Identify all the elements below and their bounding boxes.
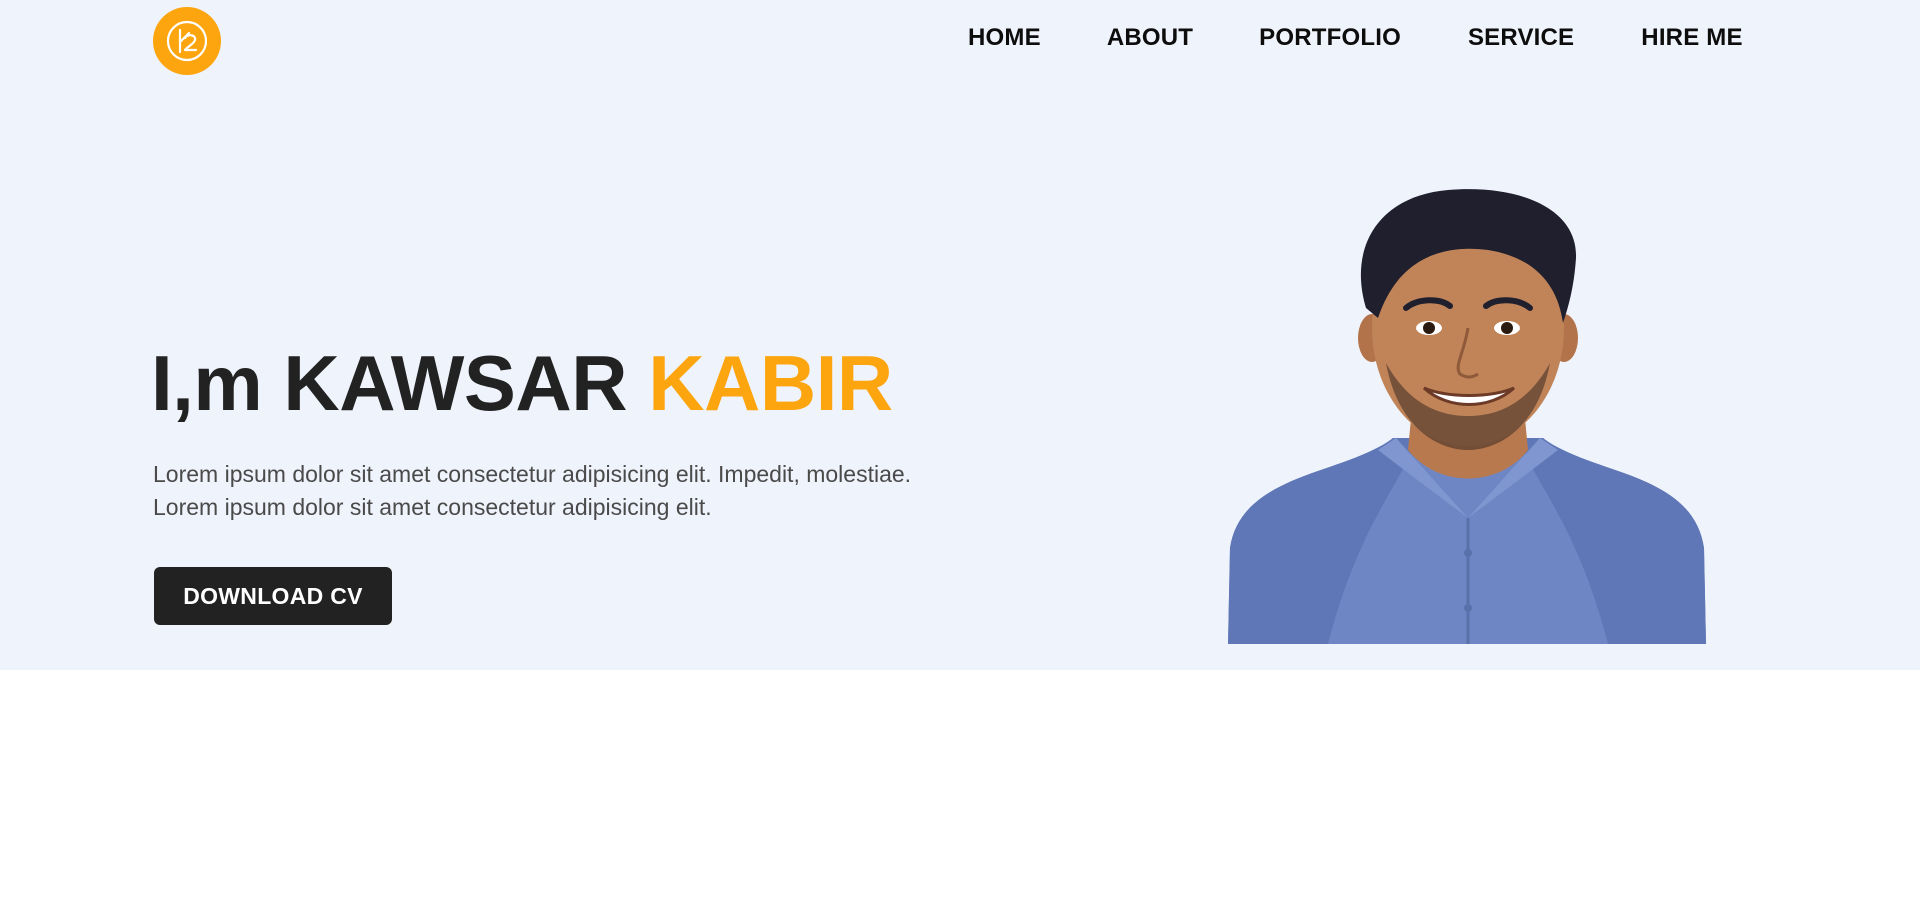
hero-section: HOME ABOUT PORTFOLIO SERVICE HIRE ME I,m… xyxy=(0,0,1920,670)
page-content-area xyxy=(0,670,1920,924)
logo[interactable] xyxy=(153,7,221,75)
nav-item-about[interactable]: ABOUT xyxy=(1107,24,1193,52)
profile-photo xyxy=(1228,189,1706,644)
nav-item-home[interactable]: HOME xyxy=(968,24,1041,52)
headline-name: I,m KAWSAR xyxy=(151,339,649,427)
main-nav: HOME ABOUT PORTFOLIO SERVICE HIRE ME xyxy=(968,24,1743,52)
nav-item-portfolio[interactable]: PORTFOLIO xyxy=(1259,24,1401,52)
nav-item-hire-me[interactable]: HIRE ME xyxy=(1641,24,1742,52)
intro-line-1: Lorem ipsum dolor sit amet consectetur a… xyxy=(153,461,912,487)
nav-item-service[interactable]: SERVICE xyxy=(1468,24,1574,52)
download-cv-button[interactable]: DOWNLOAD CV xyxy=(154,567,392,625)
hero-headline: I,m KAWSAR KABIR xyxy=(151,338,893,429)
k2-monogram-icon xyxy=(166,20,208,62)
intro-line-2: Lorem ipsum dolor sit amet consectetur a… xyxy=(153,494,712,520)
headline-accent-name: KABIR xyxy=(648,339,893,427)
hero-intro-text: Lorem ipsum dolor sit amet consectetur a… xyxy=(153,458,973,524)
